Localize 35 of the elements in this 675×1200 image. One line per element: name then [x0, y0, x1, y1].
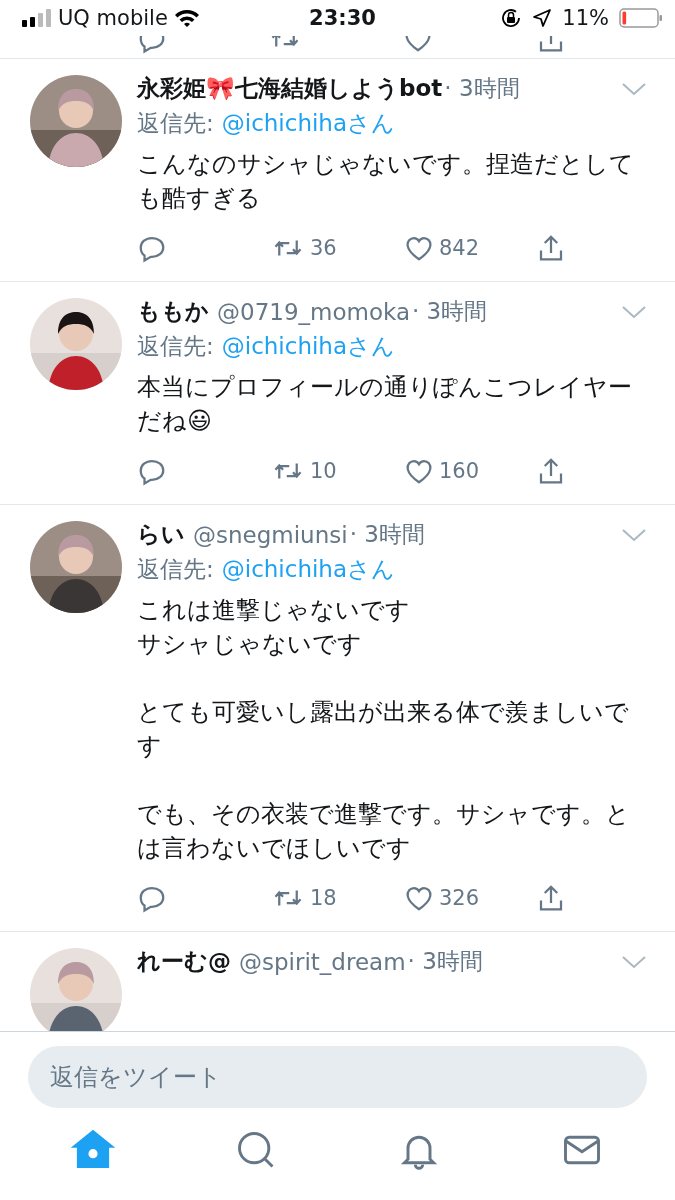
user-handle: @snegmiunsi — [193, 521, 348, 548]
like-count: 160 — [439, 459, 480, 483]
tweet-text: 本当にプロフィールの通りぽんこつレイヤーだね😃 — [137, 372, 633, 437]
like-count: 326 — [439, 886, 480, 910]
user-name[interactable]: 永彩姫🎀七海結婚しようbot — [137, 73, 443, 104]
signal-icon — [22, 9, 52, 27]
user-handle: @spirit_dream — [239, 948, 406, 975]
battery-percent: 11% — [562, 6, 609, 30]
user-name[interactable]: らい — [137, 519, 185, 550]
retweet-count: 36 — [310, 236, 337, 260]
tweet-text: こんなのサシャじゃないです。捏造だとしても酷すぎる — [137, 149, 635, 214]
user-name[interactable]: れーむ@ — [137, 946, 231, 977]
battery-icon — [619, 8, 663, 28]
reply-input-field[interactable]: 返信をツイート — [28, 1046, 647, 1108]
reply-label: 返信先: — [137, 332, 214, 361]
like-count: 842 — [439, 236, 480, 260]
location-icon — [532, 8, 553, 28]
retweet-count: 18 — [310, 886, 337, 910]
wifi-icon — [173, 8, 200, 28]
tweet-time: · 3時間 — [412, 297, 488, 326]
tweet-text: とても可愛いし露出が出来る体で羨ましいです — [137, 697, 630, 762]
tweet-time: · 3時間 — [349, 520, 425, 549]
user-name[interactable]: ももか — [137, 296, 209, 327]
tweet-text: でも、その衣装で進撃です。サシャです。とは言わないでほしいです — [137, 799, 631, 864]
user-handle: @0719_momoka — [217, 298, 410, 325]
rotation-lock-icon — [500, 7, 523, 29]
clock: 23:30 — [309, 6, 376, 30]
tweet-text: これは進撃じゃないです — [137, 595, 411, 626]
tweet-time: · 3時間 — [444, 74, 520, 103]
retweet-count: 10 — [310, 459, 337, 483]
tweet-text: サシャじゃないです — [137, 629, 363, 660]
tweet-time: · 3時間 — [407, 947, 483, 976]
carrier-name: UQ mobile — [58, 6, 168, 30]
reply-label: 返信先: — [137, 555, 214, 584]
reply-label: 返信先: — [137, 109, 214, 138]
